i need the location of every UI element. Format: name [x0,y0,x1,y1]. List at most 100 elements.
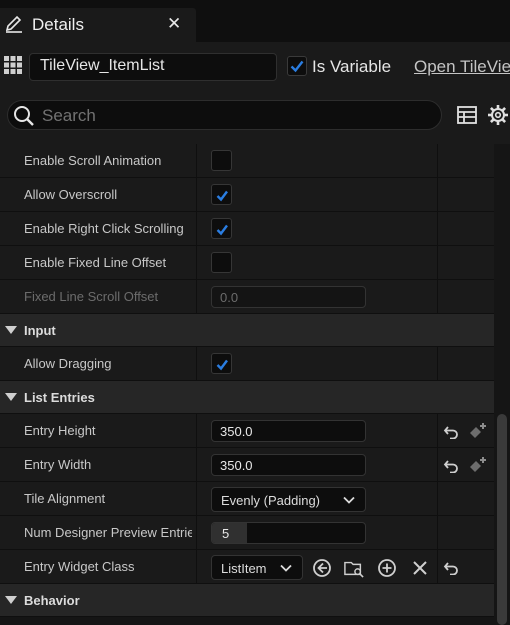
property-label: Fixed Line Scroll Offset [24,289,159,304]
property-label: Entry Widget Class [24,559,135,574]
table-icon[interactable] [457,105,477,125]
open-tileview-link[interactable]: Open TileView [414,57,510,77]
column-divider [196,414,197,448]
property-row: Entry Height 350.0 [0,414,494,448]
column-divider [437,178,438,212]
checkmark-icon [216,224,228,236]
use-selected-icon[interactable] [312,558,332,578]
property-row: Enable Right Click Scrolling [0,212,494,246]
property-checkbox[interactable] [211,218,232,239]
column-divider [196,347,197,381]
is-variable-label: Is Variable [312,57,392,76]
property-label: Enable Scroll Animation [24,153,162,168]
reset-to-default-icon[interactable] [443,423,459,439]
category-label: List Entries [24,390,95,405]
browse-icon[interactable] [344,558,364,578]
spin-fill [212,523,247,543]
category-list-entries[interactable]: List Entries [0,381,494,414]
tab-details[interactable]: Details ✕ [0,8,196,42]
is-variable-checkbox[interactable] [287,56,307,76]
property-row: Allow Dragging [0,347,494,381]
spin-field[interactable]: 5 [211,522,366,544]
column-divider [196,212,197,246]
category-label: Input [24,323,56,338]
property-label: Allow Dragging [24,356,112,371]
expand-arrow-icon[interactable] [5,595,17,605]
gear-icon[interactable] [487,104,509,126]
column-divider [437,550,438,584]
search-input[interactable]: Search [7,100,442,130]
category-behavior[interactable]: Behavior [0,584,494,617]
property-checkbox[interactable] [211,353,232,374]
property-checkbox[interactable] [211,150,232,171]
property-label: Enable Fixed Line Offset [24,255,167,270]
property-label: Entry Height [24,423,96,438]
chevron-down-icon [280,564,292,572]
property-row: Allow Overscroll [0,178,494,212]
column-divider [437,246,438,280]
column-divider [437,482,438,516]
property-row: Enable Fixed Line Offset [0,246,494,280]
tab-bar: Details ✕ [0,0,510,42]
scrollbar-thumb[interactable] [497,414,507,625]
column-divider [196,482,197,516]
property-label: Num Designer Preview Entries [24,525,192,540]
column-divider [437,516,438,550]
property-row: Entry Widget Class ListItem [0,550,494,584]
column-divider [437,280,438,314]
column-divider [437,448,438,482]
property-row: Fixed Line Scroll Offset 0.0 [0,280,494,314]
column-divider [196,280,197,314]
property-checkbox[interactable] [211,252,232,273]
expand-arrow-icon[interactable] [5,325,17,335]
column-divider [196,448,197,482]
column-divider [196,516,197,550]
widget-name-input[interactable]: TileView_ItemList [29,53,277,81]
number-field[interactable]: 350.0 [211,420,366,442]
dropdown-value: Evenly (Padding) [221,493,320,508]
property-row: Tile Alignment Evenly (Padding) [0,482,494,516]
column-divider [437,347,438,381]
spin-value: 5 [222,526,230,541]
alignment-dropdown[interactable]: Evenly (Padding) [211,487,366,512]
create-new-icon[interactable] [377,558,397,578]
column-divider [437,144,438,178]
property-label: Tile Alignment [24,491,106,506]
tab-title: Details [32,15,84,34]
reset-to-default-icon[interactable] [443,457,459,473]
expand-arrow-icon[interactable] [5,392,17,402]
search-placeholder: Search [42,106,96,125]
column-divider [437,212,438,246]
property-row: Num Designer Preview Entries 5 [0,516,494,550]
class-dropdown[interactable]: ListItem [211,555,303,580]
property-label: Allow Overscroll [24,187,118,202]
search-bar: Search [0,90,510,144]
property-label: Entry Width [24,457,92,472]
property-row: Entry Width 350.0 [0,448,494,482]
clear-icon[interactable] [410,558,430,578]
column-divider [196,178,197,212]
add-key-icon[interactable] [467,421,487,441]
add-key-icon[interactable] [467,455,487,475]
chevron-down-icon [343,496,355,504]
checkmark-icon [216,190,228,202]
property-checkbox[interactable] [211,184,232,205]
number-field[interactable]: 350.0 [211,454,366,476]
property-label: Enable Right Click Scrolling [24,221,184,236]
widget-grid-icon [4,56,22,74]
column-divider [437,414,438,448]
checkmark-icon [290,60,304,73]
category-label: Behavior [24,593,80,608]
column-divider [196,144,197,178]
category-input[interactable]: Input [0,314,494,347]
close-icon[interactable]: ✕ [167,14,181,34]
number-field: 0.0 [211,286,366,308]
dropdown-value: ListItem [221,561,267,576]
property-row: Enable Scroll Animation [0,144,494,178]
column-divider [196,246,197,280]
checkmark-icon [216,359,228,371]
search-icon [14,106,34,126]
pencil-icon [5,15,22,33]
column-divider [196,550,197,584]
reset-to-default-icon[interactable] [443,559,459,575]
